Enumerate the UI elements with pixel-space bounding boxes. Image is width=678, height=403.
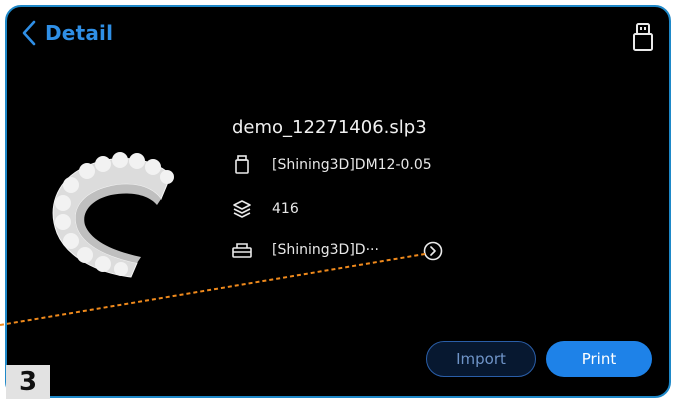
chevron-right-circle-icon[interactable]	[423, 241, 443, 261]
platform-label: [Shining3D]D···	[272, 242, 379, 258]
print-button[interactable]: Print	[546, 341, 652, 377]
build-platform-icon	[232, 240, 252, 260]
back-button[interactable]: Detail	[21, 20, 113, 46]
layer-count: 416	[272, 201, 299, 217]
resin-label: [Shining3D]DM12-0.05	[272, 157, 432, 173]
resin-bottle-icon	[232, 155, 252, 175]
step-number-badge: 3	[6, 365, 50, 399]
layers-icon	[232, 199, 252, 219]
resin-row: [Shining3D]DM12-0.05	[232, 155, 432, 175]
model-preview	[52, 152, 174, 278]
import-button[interactable]: Import	[426, 341, 536, 377]
device-screen: Detail demo_12271406.slp3 [Shining3D]DM1…	[5, 5, 671, 398]
chevron-left-icon	[22, 20, 36, 46]
file-name: demo_12271406.slp3	[232, 117, 427, 138]
platform-row: [Shining3D]D···	[232, 240, 379, 260]
layers-row: 416	[232, 199, 299, 219]
page-title: Detail	[45, 21, 114, 45]
usb-drive-icon[interactable]	[631, 22, 655, 52]
